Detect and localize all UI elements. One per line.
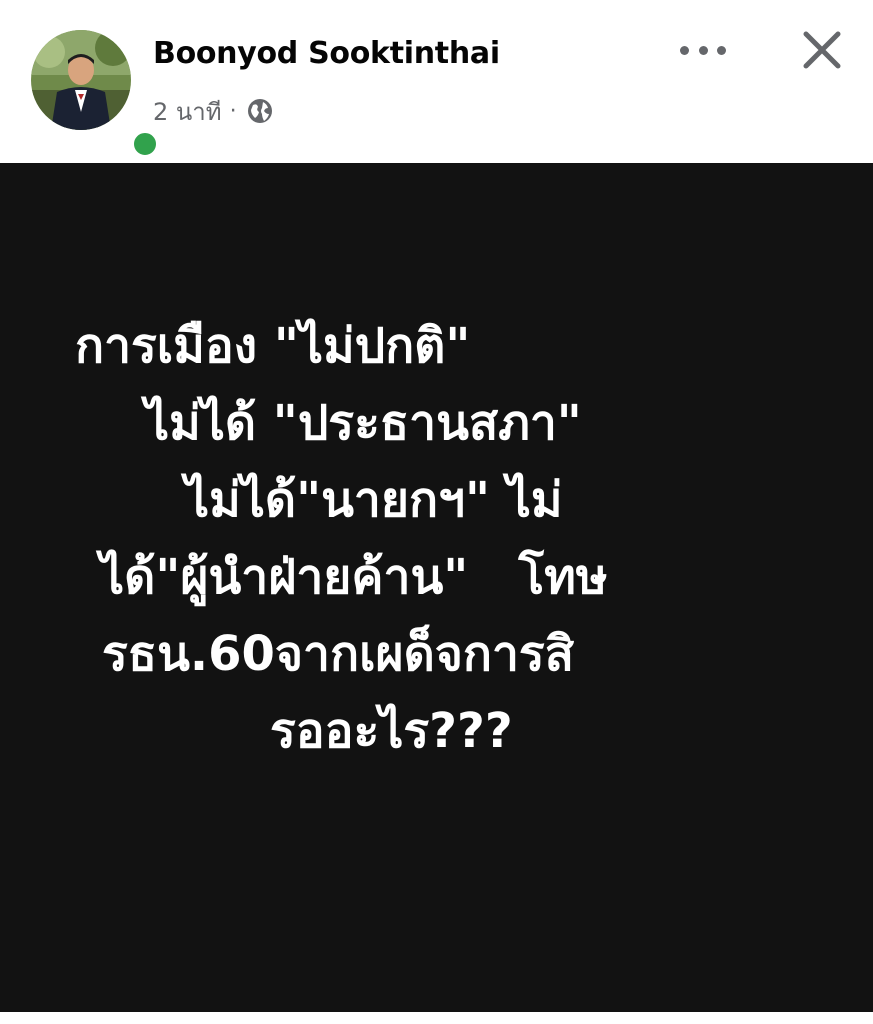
author-name[interactable]: Boonyod Sooktinthai (153, 36, 500, 71)
post-meta: 2 นาที · (153, 94, 275, 128)
author-avatar[interactable] (31, 30, 160, 159)
avatar-image (31, 30, 131, 130)
more-dot (717, 45, 726, 55)
more-dot (698, 45, 708, 55)
meta-separator: · (229, 98, 237, 124)
more-options-icon[interactable] (680, 34, 726, 66)
post-time[interactable]: 2 นาที (153, 92, 222, 131)
post-text-line: การเมือง "ไม่ปกติ" (75, 318, 471, 374)
close-icon[interactable] (798, 26, 846, 74)
post-text: การเมือง "ไม่ปกติ" ไม่ได้ "ประธานสภา" ไม… (0, 308, 873, 770)
post-image-text-background: การเมือง "ไม่ปกติ" ไม่ได้ "ประธานสภา" ไม… (0, 163, 873, 1012)
post-text-line: รธน.60จากเผด็จการสิ (102, 626, 574, 682)
globe-icon[interactable] (245, 96, 275, 126)
post-text-line: ได้"ผู้นำฝ่ายค้าน" โทษ (100, 549, 608, 605)
post-text-line: ไม่ได้"นายกฯ" ไม่ (185, 472, 563, 528)
online-status-indicator (130, 129, 160, 159)
post-footer-edge (0, 1012, 873, 1024)
post-header: Boonyod Sooktinthai 2 นาที · (0, 0, 873, 163)
more-dot (680, 45, 689, 55)
post-text-line: รออะไร??? (270, 703, 513, 759)
facebook-post: Boonyod Sooktinthai 2 นาที · การเมือง "ไ… (0, 0, 873, 1024)
post-text-line: ไม่ได้ "ประธานสภา" (145, 395, 582, 451)
